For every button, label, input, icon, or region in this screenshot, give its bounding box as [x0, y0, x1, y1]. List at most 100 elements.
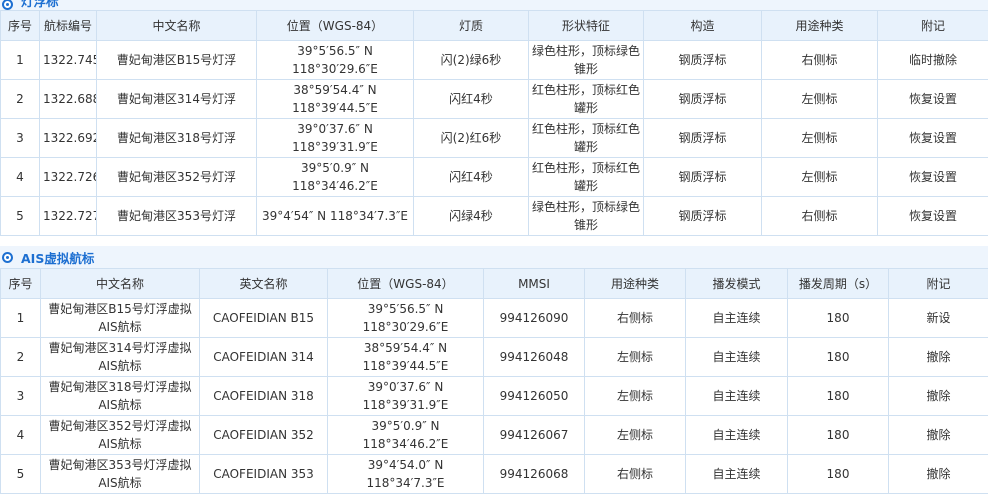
cell-light-character: 闪绿4秒 [413, 196, 529, 236]
cell-usage-type: 左侧标 [584, 376, 686, 416]
cell-chinese-name: 曹妃甸港区318号灯浮虚拟AIS航标 [40, 376, 200, 416]
cell-position: 38°59′54.4″ N 118°39′44.5″E [256, 79, 414, 119]
cell-broadcast-mode: 自主连续 [685, 298, 788, 338]
cell-english-name: CAOFEIDIAN 318 [199, 376, 328, 416]
cell-broadcast-period: 180 [787, 376, 889, 416]
cell-position: 39°0′37.6″ N 118°39′31.9″E [256, 118, 414, 158]
cell-position: 39°5′56.5″ N 118°30′29.6″E [327, 298, 484, 338]
cell-aton-number: 1322.688 [39, 79, 97, 119]
section-title-text: AIS虚拟航标 [21, 250, 95, 266]
cell-remark: 撤除 [888, 337, 988, 377]
table-row: 4 1322.726 曹妃甸港区352号灯浮 39°5′0.9″ N 118°34′4… [0, 157, 988, 197]
cell-usage-type: 左侧标 [584, 337, 686, 377]
column-header-shape: 形状特征 [528, 10, 644, 41]
cell-aton-number: 1322.727 [39, 196, 97, 236]
table-row: 2 1322.688 曹妃甸港区314号灯浮 38°59′54.4″ N 118°39… [0, 79, 988, 119]
column-header-construction: 构造 [643, 10, 762, 41]
column-header-usage-type: 用途种类 [761, 10, 878, 41]
cell-chinese-name: 曹妃甸港区314号灯浮虚拟AIS航标 [40, 337, 200, 377]
cell-usage-type: 右侧标 [584, 298, 686, 338]
cell-mmsi: 994126090 [483, 298, 585, 338]
bullet-icon [2, 251, 13, 263]
column-header-light-character: 灯质 [413, 10, 529, 41]
cell-mmsi: 994126048 [483, 337, 585, 377]
cell-chinese-name: 曹妃甸港区353号灯浮 [96, 196, 257, 236]
column-header-remark: 附记 [877, 10, 988, 41]
cell-broadcast-mode: 自主连续 [685, 415, 788, 455]
cell-remark: 新设 [888, 298, 988, 338]
cell-index: 1 [0, 40, 40, 80]
table-row: 5 1322.727 曹妃甸港区353号灯浮 39°4′54″ N 118°34′7.… [0, 196, 988, 236]
cell-position: 39°5′0.9″ N 118°34′46.2″E [327, 415, 484, 455]
cell-usage-type: 右侧标 [584, 454, 686, 494]
cell-shape: 绿色柱形，顶标绿色锥形 [528, 196, 644, 236]
cell-index: 3 [0, 376, 41, 416]
column-header-chinese-name: 中文名称 [96, 10, 257, 41]
cell-chinese-name: 曹妃甸港区353号灯浮虚拟AIS航标 [40, 454, 200, 494]
light-buoy-section: 灯浮标 序号 航标编号 中文名称 位置（WGS-84） 灯质 形状特征 构造 用途种类 附记 1… [0, 0, 988, 236]
ais-virtual-aton-table: 序号 中文名称 英文名称 位置（WGS-84） MMSI 用途种类 播发模式 播发周期（s）附… [0, 268, 988, 494]
cell-broadcast-mode: 自主连续 [685, 337, 788, 377]
cell-usage-type: 左侧标 [761, 118, 878, 158]
column-header-broadcast-period: 播发周期（s） [787, 268, 889, 299]
cell-english-name: CAOFEIDIAN 314 [199, 337, 328, 377]
cell-light-character: 闪红4秒 [413, 79, 529, 119]
cell-remark: 临时撤除 [877, 40, 988, 80]
cell-index: 2 [0, 337, 41, 377]
cell-shape: 绿色柱形，顶标绿色锥形 [528, 40, 644, 80]
cell-chinese-name: 曹妃甸港区B15号灯浮 [96, 40, 257, 80]
cell-shape: 红色柱形，顶标红色罐形 [528, 157, 644, 197]
cell-light-character: 闪(2)红6秒 [413, 118, 529, 158]
cell-light-character: 闪红4秒 [413, 157, 529, 197]
section-title-ais: AIS虚拟航标 [0, 246, 988, 268]
column-header-position: 位置（WGS-84） [256, 10, 414, 41]
table-row: 4 曹妃甸港区352号灯浮虚拟AIS航标 CAOFEIDIAN 352 39°5′0.… [0, 415, 988, 455]
cell-broadcast-period: 180 [787, 298, 889, 338]
cell-chinese-name: 曹妃甸港区318号灯浮 [96, 118, 257, 158]
cell-aton-number: 1322.726 [39, 157, 97, 197]
cell-usage-type: 右侧标 [761, 196, 878, 236]
cell-mmsi: 994126067 [483, 415, 585, 455]
table-header-row: 序号 航标编号 中文名称 位置（WGS-84） 灯质 形状特征 构造 用途种类 附记 [0, 10, 988, 41]
cell-position: 39°0′37.6″ N 118°39′31.9″E [327, 376, 484, 416]
column-header-position: 位置（WGS-84） [327, 268, 484, 299]
column-header-english-name: 英文名称 [199, 268, 328, 299]
cell-remark: 撤除 [888, 454, 988, 494]
table-header-row: 序号 中文名称 英文名称 位置（WGS-84） MMSI 用途种类 播发模式 播发周期（s）附… [0, 268, 988, 299]
table-row: 2 曹妃甸港区314号灯浮虚拟AIS航标 CAOFEIDIAN 314 38°59′5… [0, 337, 988, 377]
section-title-light-buoy: 灯浮标 [0, 0, 988, 10]
cell-remark: 恢复设置 [877, 118, 988, 158]
table-row: 1 曹妃甸港区B15号灯浮虚拟AIS航标 CAOFEIDIAN B15 39°5′56… [0, 298, 988, 338]
cell-construction: 钢质浮标 [643, 196, 762, 236]
cell-english-name: CAOFEIDIAN 353 [199, 454, 328, 494]
cell-index: 5 [0, 454, 41, 494]
cell-remark: 恢复设置 [877, 157, 988, 197]
table-row: 1 1322.745 曹妃甸港区B15号灯浮 39°5′56.5″ N 118°30′… [0, 40, 988, 80]
cell-remark: 撤除 [888, 415, 988, 455]
cell-position: 39°4′54″ N 118°34′7.3″E [256, 196, 414, 236]
light-buoy-table: 序号 航标编号 中文名称 位置（WGS-84） 灯质 形状特征 构造 用途种类 附记 1 1322… [0, 10, 988, 236]
cell-aton-number: 1322.745 [39, 40, 97, 80]
column-header-remark: 附记 [888, 268, 988, 299]
cell-usage-type: 左侧标 [761, 79, 878, 119]
cell-construction: 钢质浮标 [643, 79, 762, 119]
cell-position: 39°5′56.5″ N 118°30′29.6″E [256, 40, 414, 80]
cell-mmsi: 994126068 [483, 454, 585, 494]
column-header-chinese-name: 中文名称 [40, 268, 200, 299]
column-header-mmsi: MMSI [483, 268, 585, 299]
cell-broadcast-mode: 自主连续 [685, 454, 788, 494]
cell-usage-type: 左侧标 [761, 157, 878, 197]
cell-chinese-name: 曹妃甸港区352号灯浮 [96, 157, 257, 197]
column-header-usage-type: 用途种类 [584, 268, 686, 299]
cell-usage-type: 左侧标 [584, 415, 686, 455]
bullet-icon [2, 0, 13, 10]
table-row: 5 曹妃甸港区353号灯浮虚拟AIS航标 CAOFEIDIAN 353 39°4′54… [0, 454, 988, 494]
cell-shape: 红色柱形，顶标红色罐形 [528, 79, 644, 119]
cell-chinese-name: 曹妃甸港区B15号灯浮虚拟AIS航标 [40, 298, 200, 338]
table-row: 3 曹妃甸港区318号灯浮虚拟AIS航标 CAOFEIDIAN 318 39°0′37… [0, 376, 988, 416]
column-header-broadcast-mode: 播发模式 [685, 268, 788, 299]
table-row: 3 1322.692 曹妃甸港区318号灯浮 39°0′37.6″ N 118°39′… [0, 118, 988, 158]
cell-position: 39°5′0.9″ N 118°34′46.2″E [256, 157, 414, 197]
cell-broadcast-mode: 自主连续 [685, 376, 788, 416]
cell-construction: 钢质浮标 [643, 157, 762, 197]
